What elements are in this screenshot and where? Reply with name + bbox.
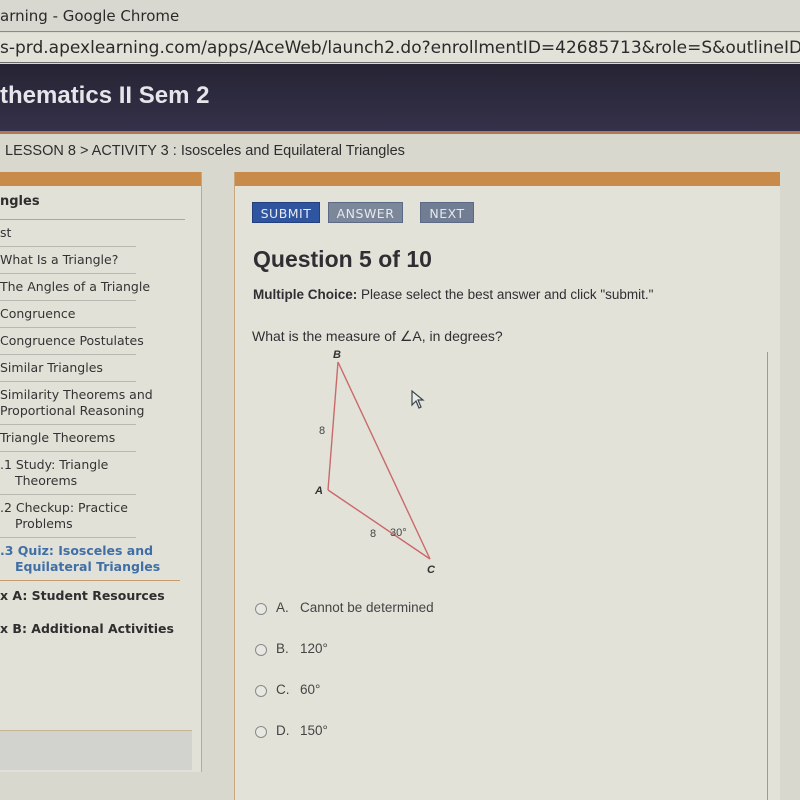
submit-button[interactable]: SUBMIT xyxy=(252,202,320,223)
sidebar-footer xyxy=(0,730,192,770)
nav-label-line1: Similarity Theorems and xyxy=(0,387,153,402)
window-title: arning - Google Chrome xyxy=(0,0,800,32)
choice-text: Cannot be determined xyxy=(300,600,434,615)
address-bar[interactable]: s-prd.apexlearning.com/apps/AceWeb/launc… xyxy=(0,33,800,63)
sidebar-item-similarity-theorems[interactable]: Similarity Theorems and Proportional Rea… xyxy=(0,382,153,425)
nav-label-line1: .3 Quiz: Isosceles and xyxy=(0,543,154,558)
sidebar-item-appendix-b[interactable]: x B: Additional Activities xyxy=(0,614,180,647)
sidebar-item-triangle-theorems[interactable]: Triangle Theorems xyxy=(0,425,136,452)
sidebar-item-checkup-practice-problems[interactable]: .2 Checkup: Practice Problems xyxy=(0,495,136,538)
vertex-label-b: B xyxy=(333,349,341,361)
side-ab-length: 8 xyxy=(319,425,325,437)
choice-b[interactable]: B. 120° xyxy=(255,641,434,682)
question-title: Question 5 of 10 xyxy=(253,246,432,272)
vertex-label-c: C xyxy=(427,564,436,576)
radio-button-a[interactable] xyxy=(255,603,267,615)
choice-letter: B. xyxy=(276,641,289,656)
question-panel: SUBMIT ANSWER NEXT Question 5 of 10 Mult… xyxy=(234,172,780,800)
choice-letter: C. xyxy=(276,682,290,697)
choice-text: 120° xyxy=(300,641,328,656)
choice-a[interactable]: A. Cannot be determined xyxy=(255,600,434,641)
choice-text: 150° xyxy=(300,723,328,738)
side-ab xyxy=(327,361,339,491)
vertex-label-a: A xyxy=(314,485,323,497)
sidebar-heading: ngles xyxy=(0,186,185,220)
nav-label-line1: .1 Study: Triangle xyxy=(0,457,109,472)
sidebar: ngles st What Is a Triangle? The Angles … xyxy=(0,172,202,772)
radio-button-c[interactable] xyxy=(255,685,267,697)
triangle-figure: B A C 8 8 30° xyxy=(295,342,475,582)
nav-label-line2: Proportional Reasoning xyxy=(0,403,145,418)
radio-button-b[interactable] xyxy=(255,644,267,656)
answer-choices: A. Cannot be determined B. 120° C. 60° D… xyxy=(255,600,434,764)
sidebar-item-congruence[interactable]: Congruence xyxy=(0,301,136,328)
angle-c-measure: 30° xyxy=(390,527,407,539)
app-header: thematics II Sem 2 xyxy=(0,64,800,134)
answer-button[interactable]: ANSWER xyxy=(328,202,403,223)
triangle-diagram: B A C 8 8 30° xyxy=(314,349,436,576)
sidebar-item-congruence-postulates[interactable]: Congruence Postulates xyxy=(0,328,144,355)
next-button[interactable]: NEXT xyxy=(420,202,474,223)
choice-letter: D. xyxy=(276,723,290,738)
side-ac xyxy=(327,489,431,560)
sidebar-item-test[interactable]: st xyxy=(0,220,136,247)
instruction-text: Please select the best answer and click … xyxy=(357,287,654,302)
side-ac-length: 8 xyxy=(370,528,376,540)
sidebar-item-study-triangle-theorems[interactable]: .1 Study: Triangle Theorems xyxy=(0,452,136,495)
question-instructions: Multiple Choice: Please select the best … xyxy=(253,287,653,302)
sidebar-item-angles-of-a-triangle[interactable]: The Angles of a Triangle xyxy=(0,274,150,301)
sidebar-accent-bar xyxy=(0,172,201,186)
course-title: thematics II Sem 2 xyxy=(0,82,210,109)
nav-label-line2: Equilateral Triangles xyxy=(15,559,161,574)
mouse-pointer-icon xyxy=(411,389,427,415)
breadcrumb: LESSON 8 > ACTIVITY 3 : Isosceles and Eq… xyxy=(5,143,405,159)
choice-letter: A. xyxy=(276,600,289,615)
choice-text: 60° xyxy=(300,682,321,697)
radio-button-d[interactable] xyxy=(255,726,267,738)
choice-c[interactable]: C. 60° xyxy=(255,682,434,723)
panel-accent-bar xyxy=(235,172,780,186)
sidebar-item-quiz-isosceles-equilateral[interactable]: .3 Quiz: Isosceles and Equilateral Trian… xyxy=(0,538,180,581)
nav-label-line1: .2 Checkup: Practice xyxy=(0,500,128,515)
nav-label-line2: Problems xyxy=(15,516,73,531)
sidebar-item-similar-triangles[interactable]: Similar Triangles xyxy=(0,355,136,382)
sidebar-item-what-is-a-triangle[interactable]: What Is a Triangle? xyxy=(0,247,136,274)
sidebar-item-appendix-a[interactable]: x A: Student Resources xyxy=(0,581,180,614)
nav-label-line2: Theorems xyxy=(15,473,78,488)
choice-d[interactable]: D. 150° xyxy=(255,723,434,764)
panel-divider xyxy=(767,352,768,800)
question-type: Multiple Choice: xyxy=(253,287,358,302)
